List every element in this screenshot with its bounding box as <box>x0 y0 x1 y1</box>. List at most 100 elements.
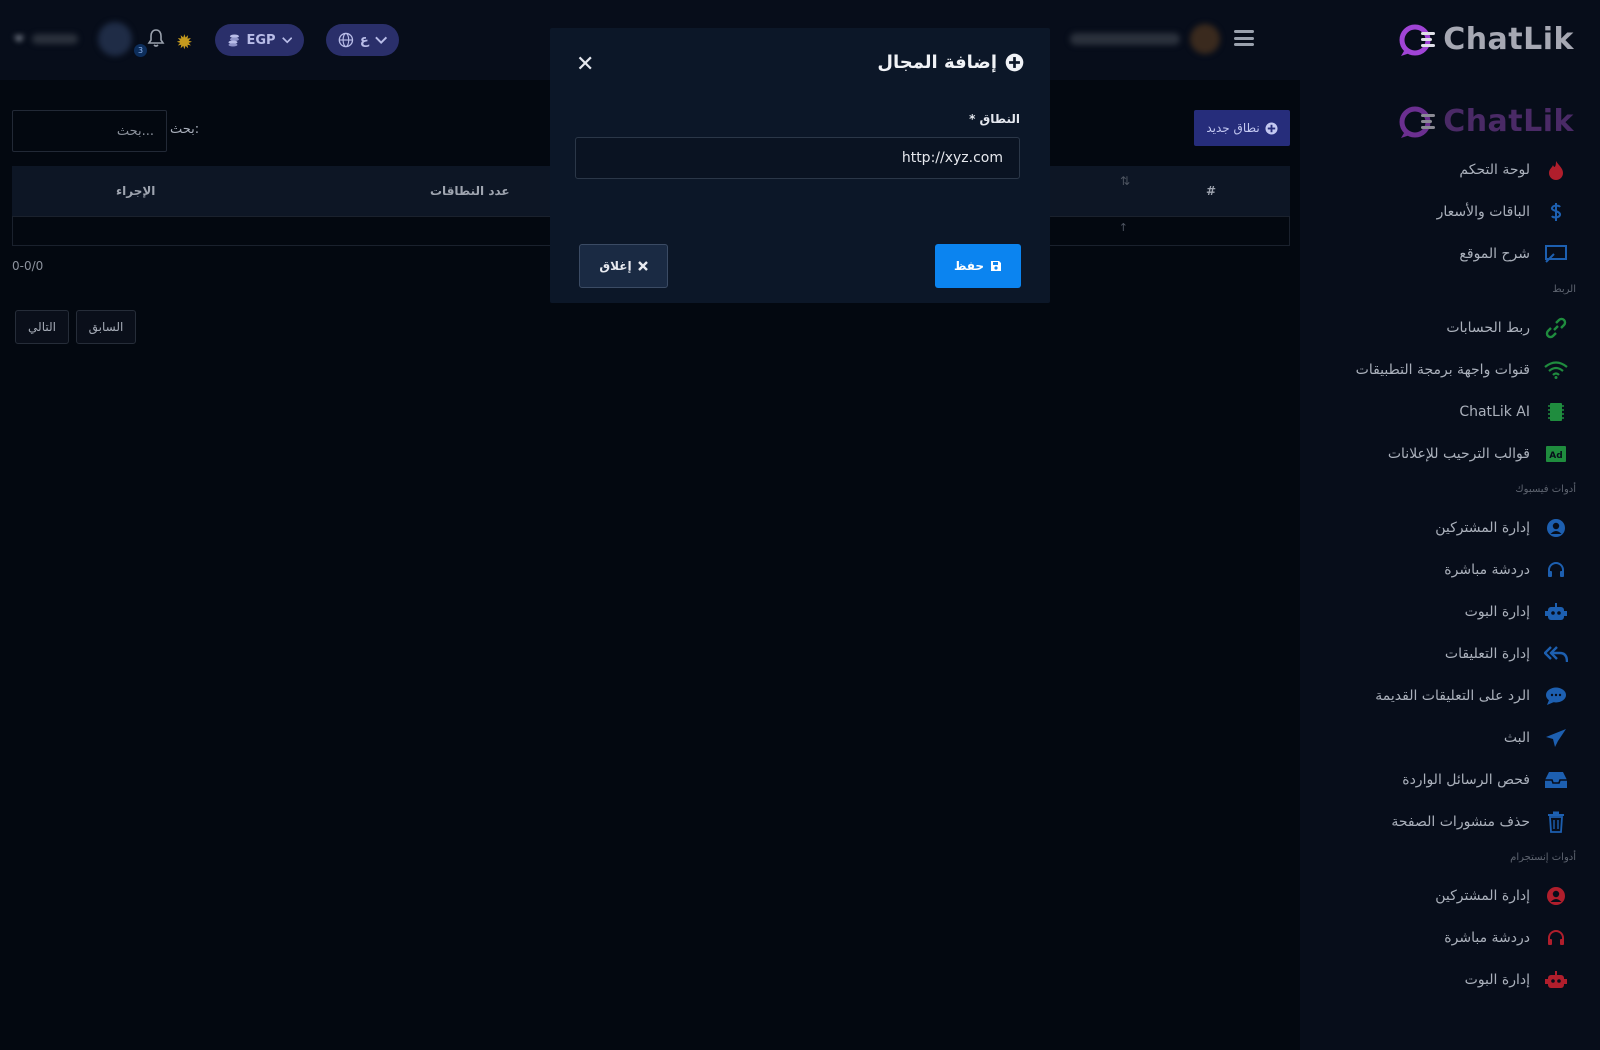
headset-icon <box>1544 926 1568 950</box>
sort-icon[interactable]: ⇅ <box>1120 174 1130 188</box>
chevron-down-icon <box>281 37 292 44</box>
account-name-placeholder <box>1070 33 1180 45</box>
save-button[interactable]: حفظ <box>935 244 1021 288</box>
account-menu[interactable] <box>1070 24 1220 54</box>
table-info: 0-0/0 <box>12 259 44 273</box>
inbox-icon <box>1544 768 1568 792</box>
sidebar-item-label: دردشة مباشرة <box>1444 562 1530 578</box>
modal-title: إضافة المجال <box>877 52 1024 73</box>
globe-icon <box>338 32 354 48</box>
user-menu[interactable] <box>14 22 132 56</box>
sidebar-item-label: لوحة التحكم <box>1459 162 1530 178</box>
column-header-action[interactable]: الإجراء <box>116 184 155 198</box>
flame-icon <box>1544 158 1568 182</box>
sidebar-item-label: قنوات واجهة برمجة التطبيقات <box>1355 362 1530 378</box>
sidebar-item-label: الباقات والأسعار <box>1436 204 1530 220</box>
chevron-down-icon <box>374 36 387 45</box>
user-circle-icon <box>1544 884 1568 908</box>
search-label: بحث: <box>170 122 200 137</box>
sidebar-item[interactable]: Ad قوالب الترحيب للإعلانات <box>1388 434 1568 474</box>
prev-page-button[interactable]: السابق <box>76 310 136 344</box>
domain-input[interactable] <box>575 137 1020 179</box>
sidebar-item-label: شرح الموقع <box>1459 246 1530 262</box>
ad-icon: Ad <box>1544 442 1568 466</box>
currency-label: EGP <box>246 32 276 48</box>
next-page-button[interactable]: التالي <box>15 310 69 344</box>
language-label: ع <box>359 32 369 48</box>
svg-text:Ad: Ad <box>1549 451 1562 461</box>
sidebar-item[interactable]: ChatLik AI <box>1459 392 1568 432</box>
user-circle-icon <box>1544 516 1568 540</box>
sidebar-item-label: ربط الحسابات <box>1446 320 1530 336</box>
cancel-button[interactable]: إغلاق <box>579 244 668 288</box>
sidebar-brand-name: ChatLik <box>1443 104 1574 139</box>
sidebar-item[interactable]: إدارة التعليقات <box>1445 634 1568 674</box>
sidebar-item-label: قوالب الترحيب للإعلانات <box>1387 446 1530 462</box>
plus-circle-icon <box>1005 53 1024 72</box>
user-name-placeholder <box>32 34 78 44</box>
sidebar-section-label: الربط <box>1552 284 1576 295</box>
trash-icon <box>1544 810 1568 834</box>
robot-icon <box>1544 600 1568 624</box>
new-domain-label: نطاق جديد <box>1206 121 1260 135</box>
sidebar-section-label: أدوات إنستجرام <box>1510 852 1576 863</box>
sidebar-item[interactable]: الرد على التعليقات القديمة <box>1375 676 1568 716</box>
headset-icon <box>1544 558 1568 582</box>
floppy-disk-icon <box>991 261 1002 271</box>
dollar-icon <box>1544 200 1568 224</box>
save-label: حفظ <box>953 259 985 273</box>
sidebar-brand-logo[interactable]: ChatLik <box>1399 104 1574 139</box>
sidebar-item-label: فحص الرسائل الواردة <box>1402 772 1530 788</box>
presentation-icon <box>1544 242 1568 266</box>
robot-icon <box>1544 968 1568 992</box>
sidebar-item-label: إدارة المشتركين <box>1435 520 1530 536</box>
sidebar-item-label: إدارة البوت <box>1464 972 1530 988</box>
new-domain-button[interactable]: نطاق جديد <box>1194 110 1290 146</box>
menu-toggle-icon[interactable] <box>1234 30 1254 46</box>
close-icon[interactable]: ✕ <box>576 52 594 77</box>
sidebar-item[interactable]: قنوات واجهة برمجة التطبيقات <box>1356 350 1568 390</box>
chip-icon <box>1544 400 1568 424</box>
avatar <box>98 22 132 56</box>
plus-circle-icon <box>1265 121 1278 135</box>
sidebar-item[interactable]: دردشة مباشرة <box>1444 918 1568 958</box>
chevron-down-icon <box>14 36 24 42</box>
comment-icon <box>1544 684 1568 708</box>
avatar <box>1190 24 1220 54</box>
paper-plane-icon <box>1544 726 1568 750</box>
sidebar-item-label: إدارة التعليقات <box>1444 646 1530 662</box>
close-icon <box>637 261 648 271</box>
theme-toggle-sun-icon[interactable]: ✹ <box>176 30 193 54</box>
currency-selector[interactable]: EGP <box>215 24 304 56</box>
sidebar-item[interactable]: البث <box>1504 718 1568 758</box>
sidebar-item[interactable]: إدارة المشتركين <box>1435 508 1568 548</box>
domain-field-label: النطاق * <box>969 112 1020 126</box>
bell-icon[interactable] <box>146 28 166 48</box>
add-domain-modal: إضافة المجال ✕ النطاق * حفظ إغلاق <box>550 28 1050 303</box>
link-icon <box>1544 316 1568 340</box>
sidebar-item[interactable]: الباقات والأسعار <box>1437 192 1568 232</box>
column-header-index[interactable]: # <box>1206 184 1216 198</box>
sidebar-item[interactable]: إدارة البوت <box>1465 960 1568 1000</box>
chat-logo-icon <box>1399 24 1436 56</box>
column-header-count[interactable]: عدد النطاقات <box>430 184 510 198</box>
brand-logo[interactable]: ChatLik <box>1399 22 1574 57</box>
sidebar-item-label: إدارة البوت <box>1464 604 1530 620</box>
sidebar-item[interactable]: شرح الموقع <box>1459 234 1568 274</box>
chat-logo-icon <box>1399 106 1436 138</box>
sidebar-item[interactable]: إدارة البوت <box>1465 592 1568 632</box>
sidebar-item[interactable]: لوحة التحكم <box>1459 150 1568 190</box>
language-selector[interactable]: ع <box>326 24 399 56</box>
sidebar-item[interactable]: فحص الرسائل الواردة <box>1402 760 1568 800</box>
cancel-label: إغلاق <box>599 259 632 273</box>
wifi-icon <box>1544 358 1568 382</box>
sidebar-item[interactable]: ربط الحسابات <box>1446 308 1568 348</box>
sidebar-item[interactable]: إدارة المشتركين <box>1435 876 1568 916</box>
sidebar-item[interactable]: دردشة مباشرة <box>1444 550 1568 590</box>
sidebar-item-label: دردشة مباشرة <box>1444 930 1530 946</box>
sidebar-item[interactable]: حذف منشورات الصفحة <box>1391 802 1568 842</box>
sidebar-section-label: أدوات فيسبوك <box>1515 484 1576 495</box>
sidebar-item-label: إدارة المشتركين <box>1435 888 1530 904</box>
sidebar-item-label: البث <box>1503 730 1530 746</box>
search-input[interactable] <box>12 110 167 152</box>
